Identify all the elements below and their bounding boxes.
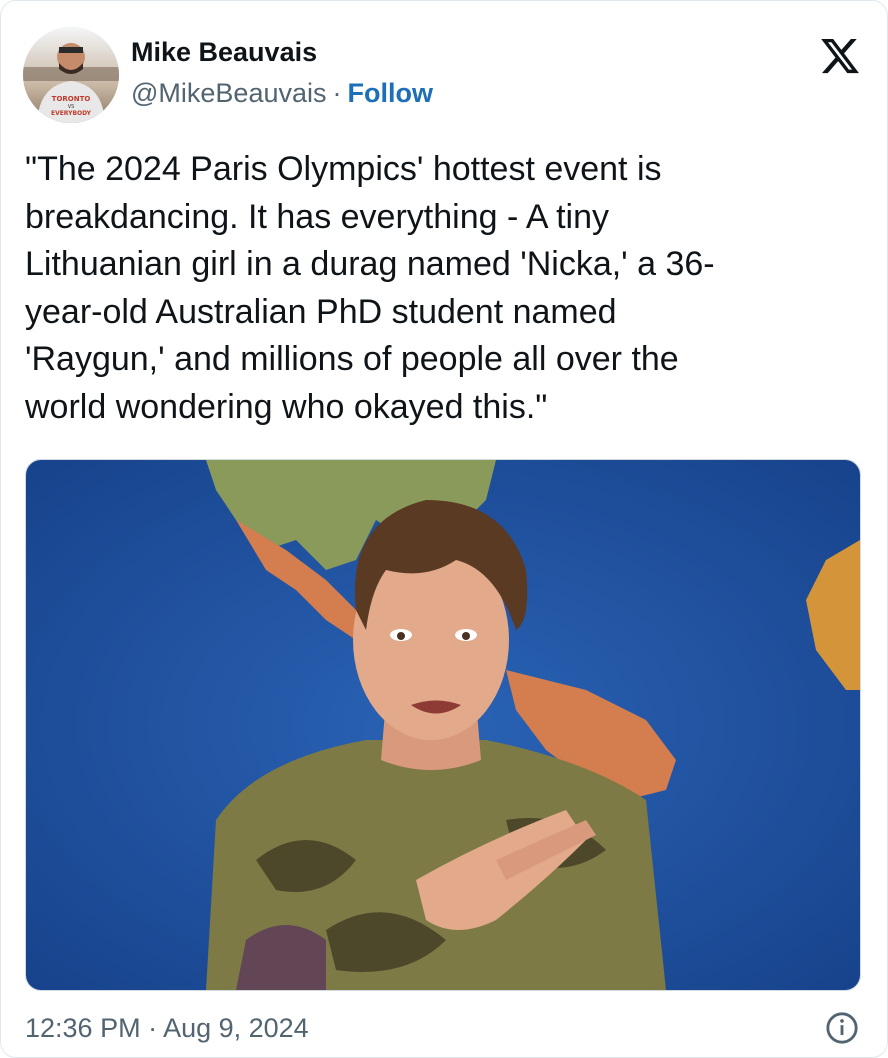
author-handle[interactable]: @MikeBeauvais (131, 78, 327, 108)
author-handle-row: @MikeBeauvais · Follow (131, 78, 433, 109)
avatar-shirt-text-bottom: EVERYBODY (51, 110, 92, 117)
tweet-card[interactable]: TORONTO VS EVERYBODY Mike Beauvais @Mike… (0, 0, 888, 1058)
tweet-photo[interactable] (25, 459, 861, 991)
avatar-shirt-text-top: TORONTO (52, 95, 91, 103)
tweet-text: "The 2024 Paris Olympics' hottest event … (25, 150, 715, 426)
follow-button[interactable]: Follow (348, 78, 433, 108)
tweet-footer: 12:36 PM · Aug 9, 2024 (25, 1009, 865, 1049)
info-circle-icon[interactable] (825, 1011, 859, 1045)
tweet-header: TORONTO VS EVERYBODY Mike Beauvais @Mike… (23, 27, 865, 123)
tweet-timestamp[interactable]: 12:36 PM · Aug 9, 2024 (25, 1013, 309, 1044)
x-logo-icon[interactable] (819, 35, 861, 77)
author-name[interactable]: Mike Beauvais (131, 37, 317, 68)
separator-dot: · (332, 78, 342, 108)
author-avatar[interactable]: TORONTO VS EVERYBODY (23, 27, 119, 123)
